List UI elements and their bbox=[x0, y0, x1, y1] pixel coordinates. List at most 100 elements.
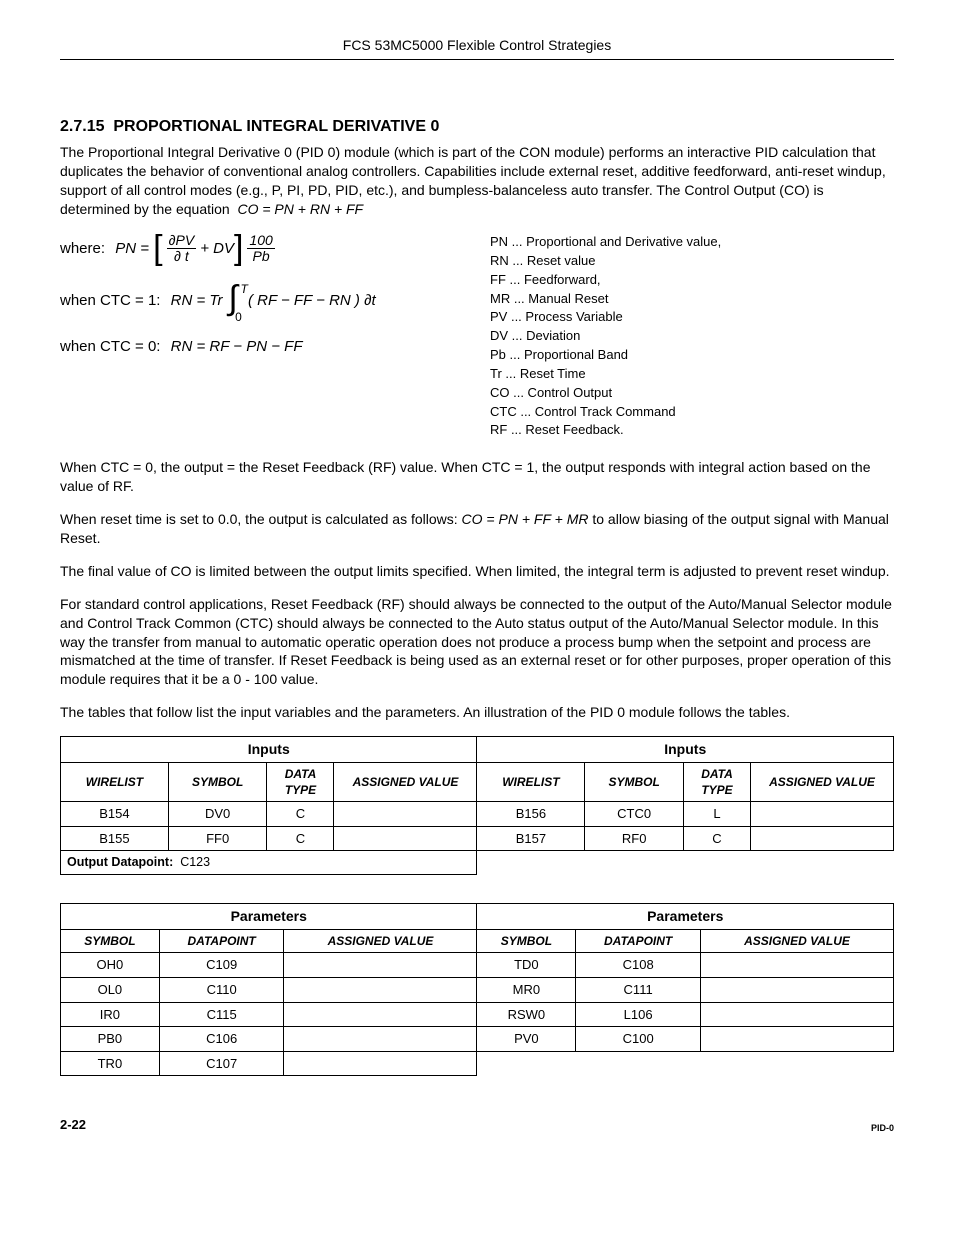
frac-den: ∂ t bbox=[172, 249, 191, 264]
legend-line: FF ... Feedforward, bbox=[490, 271, 894, 290]
col-assigned: ASSIGNED VALUE bbox=[334, 763, 477, 802]
inputs-title-left: Inputs bbox=[61, 737, 477, 763]
col-symbol: SYMBOL bbox=[61, 930, 160, 953]
eq-rn1-lhs: RN = Tr bbox=[171, 291, 223, 311]
cell: MR0 bbox=[477, 977, 576, 1002]
paragraph-intro: The Proportional Integral Derivative 0 (… bbox=[60, 143, 894, 219]
cell: RSW0 bbox=[477, 1002, 576, 1027]
equation-rn-ctc0: when CTC = 0: RN = RF − PN − FF bbox=[60, 337, 490, 357]
fraction-dpv-dt: ∂PV ∂ t bbox=[167, 233, 197, 265]
paragraph-intro-text: The Proportional Integral Derivative 0 (… bbox=[60, 144, 886, 217]
cell bbox=[751, 802, 894, 827]
table-row: PB0 C106 PV0 C100 bbox=[61, 1027, 894, 1052]
cell: TR0 bbox=[61, 1051, 160, 1076]
col-assigned: ASSIGNED VALUE bbox=[701, 930, 894, 953]
cell: C bbox=[267, 802, 334, 827]
output-dp-label: Output Datapoint: bbox=[67, 855, 173, 869]
table-row: B155 FF0 C B157 RF0 C bbox=[61, 826, 894, 851]
cell bbox=[751, 826, 894, 851]
equation-co: CO = PN + RN + FF bbox=[237, 201, 363, 217]
right-bracket: ] bbox=[234, 235, 243, 262]
params-table: Parameters Parameters SYMBOL DATAPOINT A… bbox=[60, 903, 894, 1076]
table-row: IR0 C115 RSW0 L106 bbox=[61, 1002, 894, 1027]
where-label: where: bbox=[60, 239, 105, 259]
legend-line: CO ... Control Output bbox=[490, 384, 894, 403]
cell bbox=[701, 977, 894, 1002]
params-title-left: Parameters bbox=[61, 904, 477, 930]
col-datatype: DATA TYPE bbox=[267, 763, 334, 802]
col-symbol: SYMBOL bbox=[585, 763, 684, 802]
equations-and-legend: where: PN = [ ∂PV ∂ t + DV ] 100 Pb when… bbox=[60, 233, 894, 440]
cell: C110 bbox=[159, 977, 284, 1002]
cell: RF0 bbox=[585, 826, 684, 851]
output-dp-value: C123 bbox=[180, 855, 210, 869]
legend-line: RN ... Reset value bbox=[490, 252, 894, 271]
table-row: TR0 C107 bbox=[61, 1051, 894, 1076]
col-wirelist: WIRELIST bbox=[61, 763, 169, 802]
table-row: Output Datapoint: C123 bbox=[61, 851, 894, 875]
cell bbox=[701, 953, 894, 978]
eq-rn0: RN = RF − PN − FF bbox=[171, 337, 303, 357]
legend-line: PV ... Process Variable bbox=[490, 308, 894, 327]
equations-column: where: PN = [ ∂PV ∂ t + DV ] 100 Pb when… bbox=[60, 233, 490, 357]
cell: DV0 bbox=[168, 802, 267, 827]
legend-line: MR ... Manual Reset bbox=[490, 290, 894, 309]
page-number: 2-22 bbox=[60, 1116, 86, 1134]
table-row: WIRELIST SYMBOL DATA TYPE ASSIGNED VALUE… bbox=[61, 763, 894, 802]
cell: L bbox=[684, 802, 751, 827]
cell: PV0 bbox=[477, 1027, 576, 1052]
table-row: Parameters Parameters bbox=[61, 904, 894, 930]
integral-upper: T bbox=[240, 281, 247, 297]
equation-co-mr: CO = PN + FF + MR bbox=[462, 511, 589, 527]
table-row: Inputs Inputs bbox=[61, 737, 894, 763]
inputs-title-right: Inputs bbox=[477, 737, 894, 763]
cell: IR0 bbox=[61, 1002, 160, 1027]
cell: C106 bbox=[159, 1027, 284, 1052]
legend-column: PN ... Proportional and Derivative value… bbox=[490, 233, 894, 440]
ctc1-label: when CTC = 1: bbox=[60, 291, 160, 311]
col-assigned: ASSIGNED VALUE bbox=[751, 763, 894, 802]
cell: B156 bbox=[477, 802, 585, 827]
params-table-wrap: Parameters Parameters SYMBOL DATAPOINT A… bbox=[60, 903, 894, 1076]
col-wirelist: WIRELIST bbox=[477, 763, 585, 802]
page-footer: 2-22 PID-0 bbox=[60, 1116, 894, 1134]
cell bbox=[701, 1027, 894, 1052]
cell: OL0 bbox=[61, 977, 160, 1002]
col-datapoint: DATAPOINT bbox=[159, 930, 284, 953]
output-datapoint-row: Output Datapoint: C123 bbox=[61, 851, 477, 875]
cell: B155 bbox=[61, 826, 169, 851]
cell bbox=[284, 953, 477, 978]
inputs-table-wrap: Inputs Inputs WIRELIST SYMBOL DATA TYPE … bbox=[60, 736, 894, 875]
legend-line: CTC ... Control Track Command bbox=[490, 403, 894, 422]
cell: B154 bbox=[61, 802, 169, 827]
empty-cell bbox=[477, 851, 894, 875]
left-bracket: [ bbox=[153, 235, 162, 262]
cell bbox=[334, 802, 477, 827]
frac-num: 100 bbox=[247, 233, 274, 249]
cell bbox=[284, 1002, 477, 1027]
integral-symbol: ∫ T 0 bbox=[228, 287, 237, 315]
cell: C107 bbox=[159, 1051, 284, 1076]
cell bbox=[284, 1051, 477, 1076]
footer-tag: PID-0 bbox=[871, 1122, 894, 1134]
legend-line: DV ... Deviation bbox=[490, 327, 894, 346]
table-row: B154 DV0 C B156 CTC0 L bbox=[61, 802, 894, 827]
inputs-table: Inputs Inputs WIRELIST SYMBOL DATA TYPE … bbox=[60, 736, 894, 875]
p3-lead: When reset time is set to 0.0, the outpu… bbox=[60, 511, 458, 527]
col-datapoint: DATAPOINT bbox=[576, 930, 701, 953]
col-symbol: SYMBOL bbox=[168, 763, 267, 802]
paragraph-tables-note: The tables that follow list the input va… bbox=[60, 703, 894, 722]
table-row: OL0 C110 MR0 C111 bbox=[61, 977, 894, 1002]
cell: C115 bbox=[159, 1002, 284, 1027]
table-row: OH0 C109 TD0 C108 bbox=[61, 953, 894, 978]
legend-line: Tr ... Reset Time bbox=[490, 365, 894, 384]
equation-rn-ctc1: when CTC = 1: RN = Tr ∫ T 0 ( RF − FF − … bbox=[60, 287, 490, 315]
section-heading: 2.7.15 PROPORTIONAL INTEGRAL DERIVATIVE … bbox=[60, 116, 894, 138]
frac-num: ∂PV bbox=[167, 233, 197, 249]
cell: C100 bbox=[576, 1027, 701, 1052]
paragraph-reset-time: When reset time is set to 0.0, the outpu… bbox=[60, 510, 894, 548]
ctc0-label: when CTC = 0: bbox=[60, 337, 160, 357]
col-assigned: ASSIGNED VALUE bbox=[284, 930, 477, 953]
cell: FF0 bbox=[168, 826, 267, 851]
integral-lower: 0 bbox=[235, 309, 242, 325]
